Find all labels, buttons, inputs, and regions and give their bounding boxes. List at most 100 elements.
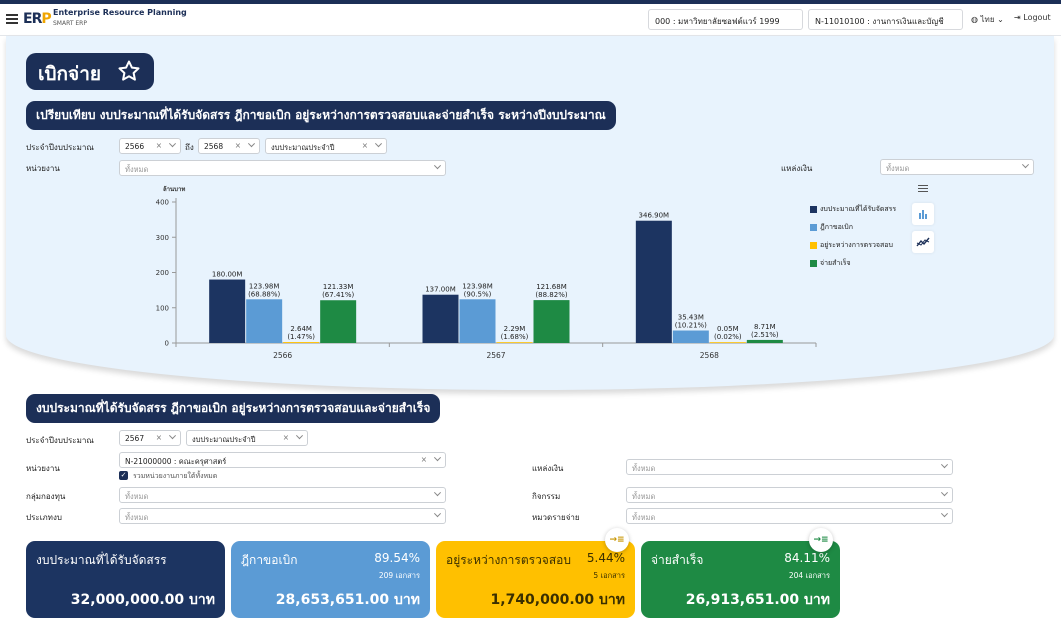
app-subtitle: SMART ERP	[53, 20, 87, 27]
source-placeholder-2: ทั้งหมด	[632, 464, 656, 473]
dept-label: หน่วยงาน	[26, 164, 60, 173]
dept-value: N-21000000 : คณะครุศาสตร์	[125, 457, 227, 466]
y-tick-label: 100	[156, 304, 169, 312]
clear-icon[interactable]: ×	[421, 455, 427, 464]
card-amount: 32,000,000.00 บาท	[70, 592, 215, 608]
chevron-down-icon	[374, 140, 383, 148]
chart-menu-icon[interactable]	[918, 185, 930, 193]
bar-chart-toggle[interactable]	[912, 203, 934, 225]
dept-label-2: หน่วยงาน	[26, 464, 60, 473]
source-label-2: แหล่งเงิน	[532, 464, 564, 473]
legend-item[interactable]: อยู่ระหว่างการตรวจสอบ	[810, 236, 910, 254]
paid-detail-button[interactable]: →≡	[809, 528, 833, 552]
year-to-value: 2568	[204, 142, 224, 151]
legend-label: จ่ายสำเร็จ	[820, 258, 851, 267]
source-label: แหล่งเงิน	[781, 164, 813, 173]
clear-icon[interactable]: ×	[156, 433, 162, 442]
org-selector[interactable]: 000 : มหาวิทยาลัยซอฟต์แวร์ 1999	[648, 9, 803, 30]
data-label: 346.90M	[639, 212, 670, 220]
clear-icon[interactable]: ×	[156, 141, 162, 150]
bar-2-2566	[283, 342, 320, 343]
dept-select-2[interactable]: N-21000000 : คณะครุศาสตร์ ×	[119, 452, 446, 468]
card-amount: 1,740,000.00 บาท	[490, 592, 625, 608]
include-sub-checkbox[interactable]: ✓	[119, 471, 128, 480]
page-title-text: เบิกจ่าย	[38, 63, 101, 85]
clear-icon[interactable]: ×	[283, 433, 289, 442]
chevron-down-icon	[295, 432, 304, 440]
year-select[interactable]: 2567 ×	[119, 430, 181, 446]
app-title: Enterprise Resource Planning	[53, 8, 187, 17]
legend-swatch	[810, 205, 817, 213]
language-switch[interactable]: ◍ ไทย ⌄	[971, 13, 1004, 26]
x-tick-label: 2568	[700, 351, 719, 360]
data-label: 2.29M (1.68%)	[501, 325, 529, 341]
bar-chart-icon	[919, 210, 927, 219]
clear-icon[interactable]: ×	[362, 141, 368, 150]
expense-select[interactable]: ทั้งหมด	[626, 508, 953, 524]
fund-group-label: กลุ่มกองทุน	[26, 492, 66, 501]
unit-selector[interactable]: N-11010100 : งานการเงินและบัญชี	[808, 9, 963, 30]
activity-placeholder: ทั้งหมด	[632, 492, 656, 501]
bar-3-2568	[746, 339, 783, 343]
chevron-down-icon	[940, 461, 949, 469]
card-title: อยู่ระหว่างการตรวจสอบ	[446, 553, 571, 567]
data-label: 35.43M (10.21%)	[675, 314, 707, 330]
budget-type-value: งบประมาณประจำปี	[271, 143, 335, 152]
expense-label: หมวดรายจ่าย	[532, 513, 580, 522]
card-paid: จ่ายสำเร็จ 84.11% 204 เอกสาร 26,913,651.…	[641, 541, 840, 618]
legend-swatch	[810, 241, 817, 249]
legend-swatch	[810, 223, 817, 231]
section2-title: งบประมาณที่ได้รับจัดสรร ฎีกาขอเบิก อยู่ร…	[26, 394, 441, 423]
clear-icon[interactable]: ×	[235, 141, 241, 150]
line-chart-icon	[916, 237, 930, 247]
menu-icon[interactable]	[6, 14, 18, 24]
card-percent: 5.44%	[586, 551, 625, 565]
source-select[interactable]: ทั้งหมด	[880, 159, 1034, 175]
year-from-select[interactable]: 2566 ×	[119, 138, 181, 154]
chevron-down-icon	[247, 140, 256, 148]
activity-select[interactable]: ทั้งหมด	[626, 487, 953, 503]
expense-placeholder: ทั้งหมด	[632, 513, 656, 522]
legend-item[interactable]: จ่ายสำเร็จ	[810, 254, 910, 272]
chevron-down-icon	[940, 510, 949, 518]
data-label: 121.68M (88.82%)	[535, 283, 567, 299]
reviewing-detail-button[interactable]: →≡	[605, 528, 629, 552]
fiscal-year-label: ประจำปีงบประมาณ	[26, 143, 94, 152]
card-amount: 28,653,651.00 บาท	[275, 592, 420, 608]
card-percent: 89.54%	[374, 551, 420, 565]
to-label: ถึง	[185, 143, 194, 152]
card-docs: 209 เอกสาร	[378, 571, 420, 580]
source-select-2[interactable]: ทั้งหมด	[626, 459, 953, 475]
logout-link[interactable]: ⇥ Logout	[1014, 13, 1051, 22]
data-label: 8.71M (2.51%)	[751, 323, 779, 339]
language-label: ไทย	[980, 15, 995, 24]
card-percent: 84.11%	[784, 551, 830, 565]
card-docs: 204 เอกสาร	[788, 571, 830, 580]
budget-type-value-2: งบประมาณประจำปี	[192, 435, 256, 444]
legend-item[interactable]: ฎีกาขอเบิก	[810, 218, 910, 236]
budget-type-select-2[interactable]: งบประมาณประจำปี ×	[186, 430, 308, 446]
budget-type-select[interactable]: งบประมาณประจำปี ×	[265, 138, 387, 154]
fund-group-select[interactable]: ทั้งหมด	[119, 487, 446, 503]
card-requested: ฎีกาขอเบิก 89.54% 209 เอกสาร 28,653,651.…	[231, 541, 430, 618]
card-docs: 5 เอกสาร	[593, 571, 625, 580]
budget-category-placeholder: ทั้งหมด	[125, 513, 149, 522]
section1-title: เปรียบเทียบ งบประมาณที่ได้รับจัดสรร ฎีกา…	[26, 101, 616, 130]
legend-item[interactable]: งบประมาณที่ได้รับจัดสรร	[810, 200, 910, 218]
card-amount: 26,913,651.00 บาท	[685, 592, 830, 608]
data-label: 123.98M (68.88%)	[248, 282, 280, 298]
bar-1-2568	[672, 330, 709, 343]
dept-select[interactable]: ทั้งหมด	[119, 160, 446, 176]
dept-placeholder: ทั้งหมด	[125, 165, 149, 174]
chevron-down-icon	[1021, 161, 1030, 169]
data-label: 123.98M (90.5%)	[462, 282, 493, 298]
chevron-down-icon	[433, 454, 442, 462]
line-chart-toggle[interactable]	[912, 231, 934, 253]
budget-category-select[interactable]: ทั้งหมด	[119, 508, 446, 524]
bar-0-2566	[209, 279, 246, 343]
logout-icon: ⇥	[1014, 13, 1021, 22]
year-to-select[interactable]: 2568 ×	[198, 138, 260, 154]
data-label: 2.64M (1.47%)	[287, 325, 315, 341]
card-title: จ่ายสำเร็จ	[651, 553, 704, 567]
star-icon[interactable]	[117, 59, 141, 83]
